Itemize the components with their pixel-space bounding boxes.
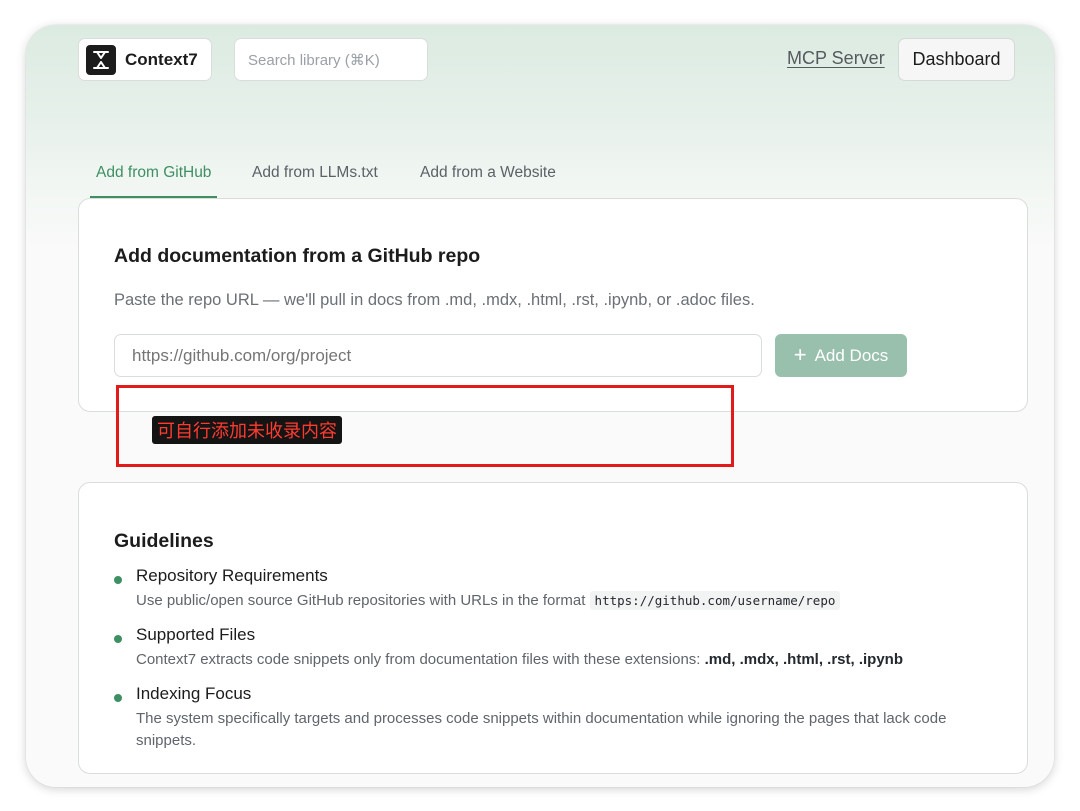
repo-url-input[interactable]	[114, 334, 762, 377]
add-docs-description: Paste the repo URL — we'll pull in docs …	[114, 291, 755, 309]
brand-name: Context7	[125, 49, 198, 69]
guideline-heading: Repository Requirements	[136, 566, 328, 585]
search-placeholder: Search library (⌘K)	[248, 51, 380, 69]
dashboard-button[interactable]: Dashboard	[898, 38, 1015, 81]
bullet-icon	[114, 576, 122, 584]
add-docs-card: Add documentation from a GitHub repo Pas…	[78, 198, 1028, 412]
add-docs-title: Add documentation from a GitHub repo	[114, 245, 481, 267]
plus-icon: +	[793, 341, 807, 367]
guideline-heading: Indexing Focus	[136, 684, 252, 703]
context7-logo-icon	[86, 44, 116, 75]
bullet-icon	[114, 635, 122, 643]
tab-add-from-llms-txt[interactable]: Add from LLMs.txt	[246, 164, 384, 198]
app-window: Context7 Search library (⌘K) MCP Server …	[26, 25, 1054, 787]
add-docs-button-label: Add Docs	[814, 345, 889, 365]
guideline-text: Use public/open source GitHub repositori…	[136, 590, 986, 612]
guidelines-title: Guidelines	[114, 530, 214, 552]
annotation-label: 可自行添加未收录内容	[152, 416, 342, 444]
tab-add-from-website[interactable]: Add from a Website	[414, 164, 562, 198]
guideline-text: Context7 extracts code snippets only fro…	[136, 649, 986, 671]
mcp-server-link[interactable]: MCP Server	[787, 48, 885, 69]
add-docs-button[interactable]: + Add Docs	[775, 334, 907, 377]
guideline-text-body: Context7 extracts code snippets only fro…	[136, 651, 701, 668]
brand-logo-button[interactable]: Context7	[78, 38, 212, 81]
repo-url-format-code: https://github.com/username/repo	[589, 591, 841, 610]
guideline-text: The system specifically targets and proc…	[136, 710, 947, 749]
guidelines-card: Guidelines Repository Requirements Use p…	[78, 482, 1028, 774]
tab-add-from-github[interactable]: Add from GitHub	[90, 164, 218, 198]
supported-extensions: .md, .mdx, .html, .rst, .ipynb	[704, 651, 903, 668]
bullet-icon	[114, 694, 122, 702]
search-library-input[interactable]: Search library (⌘K)	[234, 38, 428, 81]
guideline-heading: Supported Files	[136, 625, 256, 644]
guideline-text-body: Use public/open source GitHub repositori…	[136, 592, 586, 609]
